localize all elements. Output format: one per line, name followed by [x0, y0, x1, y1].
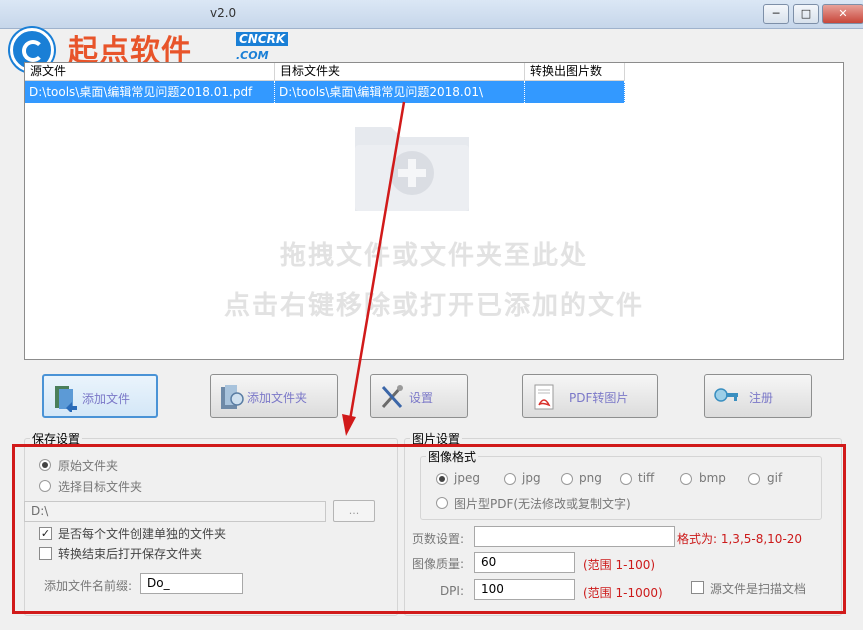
scanned-doc-label: 源文件是扫描文档 [710, 582, 807, 596]
add-folder-icon [221, 385, 244, 409]
format-jpg-label: jpg [522, 471, 541, 485]
dpi-label: DPI: [439, 584, 464, 598]
quality-input[interactable]: 60 [474, 552, 575, 573]
radio-jpg[interactable] [504, 473, 516, 485]
radio-tiff[interactable] [620, 473, 632, 485]
radio-original-folder[interactable] [39, 459, 51, 471]
settings-label: 设置 [409, 391, 434, 405]
list-header: 源文件 目标文件夹 转换出图片数 [25, 63, 625, 81]
pages-label: 页数设置: [411, 532, 464, 546]
column-header-count[interactable]: 转换出图片数 [525, 63, 625, 80]
original-folder-label: 原始文件夹 [58, 459, 119, 473]
separate-folder-checkbox[interactable]: ✓ [39, 527, 52, 540]
prefix-label: 添加文件名前缀: [44, 579, 133, 593]
format-png-label: png [579, 471, 602, 485]
format-tiff-label: tiff [638, 471, 655, 485]
pdf-to-image-button[interactable]: PDF转图片 [522, 374, 658, 418]
image-pdf-label: 图片型PDF(无法修改或复制文字) [454, 497, 631, 511]
drop-hint-line2: 点击右键移除或打开已添加的文件 [223, 291, 644, 321]
register-button[interactable]: 注册 [704, 374, 812, 418]
format-gif-label: gif [767, 471, 783, 485]
file-list[interactable]: 源文件 目标文件夹 转换出图片数 D:\tools\桌面\编辑常见问题2018.… [24, 62, 844, 360]
prefix-input[interactable]: Do_ [140, 573, 243, 594]
pages-format-hint: 格式为: 1,3,5-8,10-20 [677, 532, 803, 546]
format-jpeg-label: jpeg [454, 471, 480, 485]
watermark-badge: CNCRK [236, 32, 289, 46]
target-folder-label: 选择目标文件夹 [58, 480, 143, 494]
cell-count [525, 81, 625, 103]
dpi-range-hint: (范围 1-1000) [583, 586, 663, 600]
add-file-label: 添加文件 [82, 392, 131, 406]
radio-jpeg[interactable] [436, 473, 448, 485]
radio-bmp[interactable] [680, 473, 692, 485]
target-path-field[interactable]: D:\ [24, 501, 326, 522]
cell-source: D:\tools\桌面\编辑常见问题2018.01.pdf [25, 81, 275, 103]
register-label: 注册 [749, 391, 774, 405]
drop-hint-line1: 拖拽文件或文件夹至此处 [279, 241, 588, 271]
column-header-target[interactable]: 目标文件夹 [275, 63, 525, 80]
quality-range-hint: (范围 1-100) [583, 558, 656, 572]
watermark-domain: .COM [236, 49, 269, 62]
settings-button[interactable]: 设置 [370, 374, 468, 418]
cell-target: D:\tools\桌面\编辑常见问题2018.01\ [275, 81, 525, 103]
dpi-input[interactable]: 100 [474, 579, 575, 600]
window-title: v2.0 [210, 6, 237, 20]
column-header-source[interactable]: 源文件 [25, 63, 275, 80]
pdf-icon [534, 384, 554, 410]
radio-gif[interactable] [748, 473, 760, 485]
add-folder-label: 添加文件夹 [247, 391, 308, 405]
maximize-button[interactable]: □ [793, 4, 819, 24]
add-folder-button[interactable]: 添加文件夹 [210, 374, 338, 418]
scanned-doc-checkbox[interactable] [691, 581, 704, 594]
quality-label: 图像质量: [411, 557, 464, 571]
radio-png[interactable] [561, 473, 573, 485]
key-icon [714, 388, 738, 402]
browse-button[interactable]: ... [333, 500, 375, 522]
separate-folder-label: 是否每个文件创建单独的文件夹 [58, 527, 227, 541]
pages-input[interactable] [474, 526, 675, 547]
add-file-icon [55, 386, 77, 412]
pdf-to-image-label: PDF转图片 [569, 391, 629, 405]
tools-icon [381, 385, 403, 409]
open-folder-checkbox[interactable] [39, 547, 52, 560]
table-row[interactable]: D:\tools\桌面\编辑常见问题2018.01.pdf D:\tools\桌… [25, 81, 625, 103]
folder-add-icon [355, 127, 469, 211]
format-bmp-label: bmp [699, 471, 726, 485]
radio-image-pdf[interactable] [436, 497, 448, 509]
close-button[interactable]: ✕ [822, 4, 863, 24]
radio-target-folder[interactable] [39, 480, 51, 492]
minimize-button[interactable]: ─ [763, 4, 789, 24]
open-folder-label: 转换结束后打开保存文件夹 [58, 547, 203, 561]
add-file-button[interactable]: 添加文件 [42, 374, 158, 418]
